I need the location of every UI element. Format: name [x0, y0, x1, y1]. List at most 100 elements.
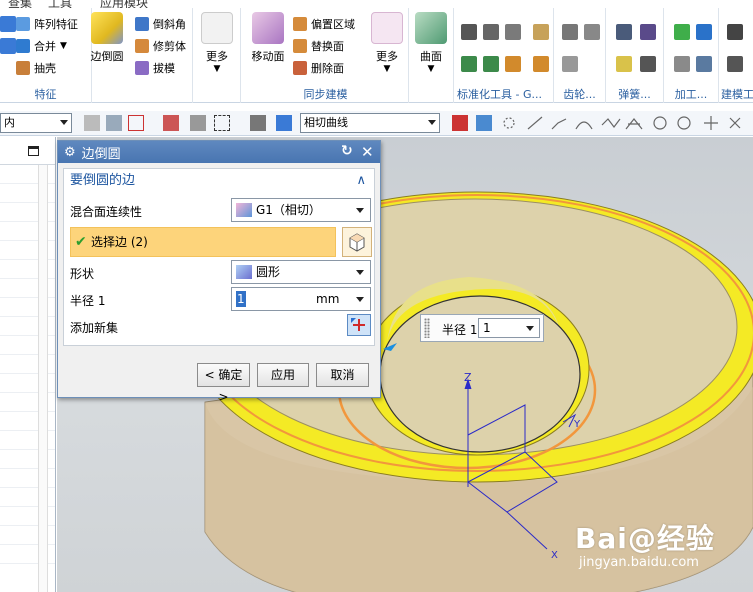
radius-tip-label: 半径 1: [442, 323, 478, 337]
radius-input[interactable]: 1 mm: [231, 287, 371, 311]
machining-tool-icon[interactable]: [674, 56, 690, 72]
chevron-down-icon[interactable]: ▼: [60, 41, 67, 51]
feature-icon[interactable]: [0, 16, 16, 32]
move-icon[interactable]: [106, 115, 122, 131]
spring-tool-icon[interactable]: [616, 56, 632, 72]
chamfer-button[interactable]: 倒斜角: [135, 14, 186, 34]
reset-icon[interactable]: ↻: [341, 143, 353, 159]
machining-tool-icon[interactable]: [696, 56, 712, 72]
spring-group-label[interactable]: 弹簧...: [606, 86, 663, 102]
radius-unit: mm: [316, 292, 340, 306]
tool-icon[interactable]: [533, 56, 549, 72]
continuity-select[interactable]: G1（相切）: [231, 198, 371, 222]
delete-face-button[interactable]: 删除面: [293, 58, 344, 78]
machining-tool-icon[interactable]: [696, 24, 712, 40]
select-edge-field[interactable]: ✔ 选择边 (2): [70, 227, 336, 257]
replace-face-button[interactable]: 替换面: [293, 36, 344, 56]
edge-blend-button[interactable]: 边倒圆: [85, 12, 129, 76]
surface-button[interactable]: 曲面 ▼: [409, 12, 453, 76]
curve-rule-combo[interactable]: 相切曲线: [300, 113, 440, 133]
spring-group: 弹簧...: [606, 8, 664, 103]
selection-intent-icon[interactable]: [163, 115, 179, 131]
tool-icon[interactable]: [461, 24, 477, 40]
move-face-label: 移动面: [251, 50, 285, 63]
machining-tool-icon[interactable]: [674, 24, 690, 40]
tool-icon[interactable]: [483, 56, 499, 72]
gear-icon[interactable]: ⚙: [64, 145, 76, 160]
selection-box-icon[interactable]: [214, 115, 230, 131]
menu-query[interactable]: 查集: [8, 0, 32, 8]
spring-tool-icon[interactable]: [616, 24, 632, 40]
radius-tip-field[interactable]: 1: [478, 318, 540, 338]
body-icon[interactable]: [276, 115, 292, 131]
view-icon[interactable]: [250, 115, 266, 131]
pattern-feature-button[interactable]: 阵列特征: [16, 14, 78, 34]
sync-more-button[interactable]: 更多 ▼: [365, 12, 409, 76]
close-icon[interactable]: ✕: [361, 143, 374, 161]
tool-icon[interactable]: [533, 24, 549, 40]
gear-tool-icon[interactable]: [562, 56, 578, 72]
type-filter-combo[interactable]: 内: [0, 113, 72, 133]
spring-tool-icon[interactable]: [640, 24, 656, 40]
arrow-icon[interactable]: [476, 115, 492, 131]
trim-body-button[interactable]: 修剪体: [135, 36, 186, 56]
machining-group-label[interactable]: 加工...: [664, 86, 718, 102]
feature-more-button[interactable]: 更多 ▼: [195, 12, 239, 76]
shape-select[interactable]: 圆形: [231, 260, 371, 284]
move-face-button[interactable]: 移动面: [246, 12, 290, 76]
maximize-icon[interactable]: [28, 146, 39, 156]
apply-button[interactable]: 应用: [257, 363, 309, 387]
standard-tools-label[interactable]: 标准化工具 - G...: [455, 86, 553, 102]
x-axis-label: X: [551, 550, 558, 561]
delete-face-icon: [293, 61, 307, 75]
tool-icon[interactable]: [483, 24, 499, 40]
radius-tip-value: 1: [483, 321, 491, 335]
gear-tool-icon[interactable]: [584, 24, 600, 40]
select-icon[interactable]: [84, 115, 100, 131]
modeling-tools-group: 建模工: [719, 8, 753, 103]
modeling-tool-icon[interactable]: [727, 24, 743, 40]
menu-tools[interactable]: 工具: [48, 0, 72, 8]
add-new-set-button[interactable]: [347, 314, 371, 336]
tool-icon[interactable]: [461, 56, 477, 72]
menu-application[interactable]: 应用模块: [100, 0, 148, 8]
chevron-up-icon[interactable]: ∧: [356, 169, 366, 193]
gear-group-label[interactable]: 齿轮...: [554, 86, 605, 102]
menu-bar: 查集 工具 应用模块: [0, 0, 753, 8]
offset-region-button[interactable]: 偏置区域: [293, 14, 355, 34]
standard-tools-group: 标准化工具 - G...: [455, 8, 554, 103]
watermark-url: jingyan.baidu.com: [579, 555, 699, 570]
tool-icon[interactable]: [505, 24, 521, 40]
tool-icon[interactable]: [505, 56, 521, 72]
cursor-icon[interactable]: [190, 115, 206, 131]
snap-icon[interactable]: [452, 115, 468, 131]
unite-button[interactable]: 合并 ▼: [16, 36, 67, 56]
chevron-down-icon[interactable]: [526, 326, 534, 331]
dialog-body: 要倒圆的边 ∧ 混合面连续性 G1（相切） ✔ 选择边 (2) 形状 圆形 半径…: [63, 168, 375, 346]
sync-group-label: 同步建模: [303, 88, 348, 101]
selection-toolbar: 内 相切曲线: [0, 111, 753, 136]
dialog-title-bar[interactable]: ⚙ 边倒圆 ↻ ✕: [58, 141, 380, 163]
drag-grip-icon[interactable]: [424, 318, 430, 338]
modeling-tool-icon[interactable]: [727, 56, 743, 72]
feature-icon[interactable]: [0, 38, 16, 54]
cancel-button[interactable]: 取消: [316, 363, 369, 387]
shell-button[interactable]: 抽壳: [16, 58, 56, 78]
ok-button[interactable]: < 确定 >: [197, 363, 250, 404]
select-edge-button[interactable]: [342, 227, 372, 257]
snap-points-toolbar[interactable]: [500, 115, 750, 132]
draft-icon: [135, 61, 149, 75]
modeling-tools-label[interactable]: 建模工: [719, 86, 753, 102]
sync-more-label: 更多: [376, 50, 398, 63]
spring-tool-icon[interactable]: [640, 56, 656, 72]
add-new-set-label: 添加新集: [70, 321, 119, 335]
dialog-title: 边倒圆: [81, 146, 121, 162]
feature-more-group: 更多 ▼: [193, 8, 241, 103]
edges-to-blend-section[interactable]: 要倒圆的边 ∧: [64, 169, 374, 193]
shell-icon: [16, 61, 30, 75]
gear-tool-icon[interactable]: [562, 24, 578, 40]
snap-point-icon[interactable]: [128, 115, 144, 131]
chevron-down-icon[interactable]: [356, 297, 364, 302]
gear-group: 齿轮...: [554, 8, 606, 103]
draft-button[interactable]: 拔模: [135, 58, 175, 78]
